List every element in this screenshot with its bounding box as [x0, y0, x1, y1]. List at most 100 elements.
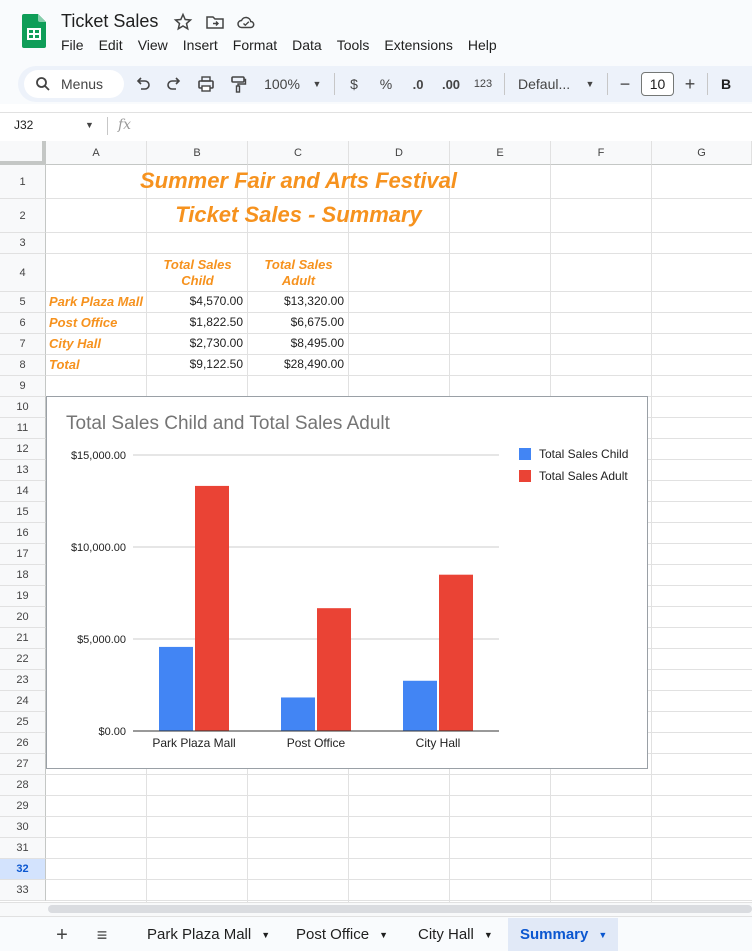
row-header-2[interactable]: 2 — [0, 199, 46, 233]
all-sheets-button[interactable]: ≡ — [93, 925, 111, 945]
decrease-decimals-button[interactable]: .0 — [405, 74, 431, 94]
row-header-24[interactable]: 24 — [0, 691, 46, 712]
row-header-12[interactable]: 12 — [0, 439, 46, 460]
tab-park-plaza-mall[interactable]: Park Plaza Mall ▼ — [135, 918, 281, 951]
tab-menu-caret-icon[interactable]: ▼ — [379, 930, 388, 940]
row-header-22[interactable]: 22 — [0, 649, 46, 670]
row-header-17[interactable]: 17 — [0, 544, 46, 565]
row-header-23[interactable]: 23 — [0, 670, 46, 691]
row-header-15[interactable]: 15 — [0, 502, 46, 523]
menu-format[interactable]: Format — [233, 37, 277, 55]
row-header-20[interactable]: 20 — [0, 607, 46, 628]
tab-summary[interactable]: Summary ▼ — [508, 918, 618, 951]
horizontal-scrollbar-thumb[interactable] — [48, 905, 752, 913]
row-header-1[interactable]: 1 — [0, 165, 46, 199]
zoom-dropdown-caret[interactable]: ▼ — [311, 74, 323, 94]
menu-data[interactable]: Data — [292, 37, 322, 55]
cell-adult-park-plaza-mall[interactable]: $13,320.00 — [248, 294, 344, 308]
cell-child-post-office[interactable]: $1,822.50 — [147, 315, 243, 329]
move-folder-icon[interactable] — [205, 12, 225, 32]
row-header-26[interactable]: 26 — [0, 733, 46, 754]
column-header-b[interactable]: B — [147, 141, 248, 165]
name-box[interactable]: J32 — [14, 118, 33, 132]
menu-insert[interactable]: Insert — [183, 37, 218, 55]
row-header-16[interactable]: 16 — [0, 523, 46, 544]
row-header-31[interactable]: 31 — [0, 838, 46, 859]
percent-format-button[interactable]: % — [377, 74, 395, 94]
menus-search-button[interactable]: Menus — [24, 70, 124, 98]
row-label-post-office[interactable]: Post Office — [49, 315, 117, 330]
undo-icon[interactable] — [134, 74, 152, 94]
embedded-chart[interactable]: Total Sales Child and Total Sales Adult … — [46, 396, 648, 769]
row-header-10[interactable]: 10 — [0, 397, 46, 418]
currency-format-button[interactable]: $ — [346, 74, 362, 94]
cell-adult-post-office[interactable]: $6,675.00 — [248, 315, 344, 329]
row-header-3[interactable]: 3 — [0, 233, 46, 254]
row-header-14[interactable]: 14 — [0, 481, 46, 502]
font-size-input[interactable]: 10 — [641, 72, 674, 96]
row-header-7[interactable]: 7 — [0, 334, 46, 355]
column-header-e[interactable]: E — [450, 141, 551, 165]
row-header-13[interactable]: 13 — [0, 460, 46, 481]
sheets-logo-icon[interactable] — [22, 14, 46, 48]
row-header-21[interactable]: 21 — [0, 628, 46, 649]
increase-decimals-button[interactable]: .00 — [438, 74, 464, 94]
decrease-font-size-button[interactable]: − — [617, 74, 633, 94]
print-icon[interactable] — [197, 74, 215, 94]
row-header-18[interactable]: 18 — [0, 565, 46, 586]
header-total-sales-adult[interactable]: Total Sales Adult — [248, 257, 349, 289]
row-header-8[interactable]: 8 — [0, 355, 46, 376]
cell-adult-city-hall[interactable]: $8,495.00 — [248, 336, 344, 350]
row-label-park-plaza-mall[interactable]: Park Plaza Mall — [49, 294, 143, 309]
cell-adult-total[interactable]: $28,490.00 — [248, 357, 344, 371]
bold-button[interactable]: B — [718, 74, 734, 94]
menu-extensions[interactable]: Extensions — [384, 37, 452, 55]
document-title[interactable]: Ticket Sales — [61, 11, 158, 32]
cell-child-park-plaza-mall[interactable]: $4,570.00 — [147, 294, 243, 308]
tab-city-hall[interactable]: City Hall ▼ — [406, 918, 506, 951]
row-header-9[interactable]: 9 — [0, 376, 46, 397]
tab-menu-caret-icon[interactable]: ▼ — [261, 930, 270, 940]
cell-child-city-hall[interactable]: $2,730.00 — [147, 336, 243, 350]
column-header-f[interactable]: F — [551, 141, 652, 165]
star-icon[interactable] — [173, 12, 193, 32]
font-select[interactable]: Defaul... — [518, 74, 576, 94]
row-header-33[interactable]: 33 — [0, 880, 46, 901]
row-label-total[interactable]: Total — [49, 357, 80, 372]
add-sheet-button[interactable]: + — [54, 924, 70, 946]
select-all-corner[interactable] — [0, 141, 46, 165]
font-dropdown-caret[interactable]: ▼ — [584, 74, 596, 94]
menu-view[interactable]: View — [138, 37, 168, 55]
column-header-d[interactable]: D — [349, 141, 450, 165]
column-header-c[interactable]: C — [248, 141, 349, 165]
cell-child-total[interactable]: $9,122.50 — [147, 357, 243, 371]
tab-menu-caret-icon[interactable]: ▼ — [598, 930, 607, 940]
row-header-4[interactable]: 4 — [0, 254, 46, 292]
paint-format-icon[interactable] — [229, 74, 247, 94]
header-total-sales-child[interactable]: Total Sales Child — [147, 257, 248, 289]
row-header-25[interactable]: 25 — [0, 712, 46, 733]
column-header-g[interactable]: G — [652, 141, 752, 165]
more-formats-button[interactable]: 123 — [471, 74, 495, 94]
sheet-title-line-1[interactable]: Summer Fair and Arts Festival — [46, 168, 551, 194]
row-header-28[interactable]: 28 — [0, 775, 46, 796]
tab-post-office[interactable]: Post Office ▼ — [284, 918, 404, 951]
row-header-6[interactable]: 6 — [0, 313, 46, 334]
row-header-11[interactable]: 11 — [0, 418, 46, 439]
name-box-dropdown-icon[interactable]: ▼ — [85, 120, 94, 130]
row-header-19[interactable]: 19 — [0, 586, 46, 607]
row-header-5[interactable]: 5 — [0, 292, 46, 313]
menu-edit[interactable]: Edit — [99, 37, 123, 55]
menu-tools[interactable]: Tools — [337, 37, 370, 55]
row-header-27[interactable]: 27 — [0, 754, 46, 775]
row-header-29[interactable]: 29 — [0, 796, 46, 817]
redo-icon[interactable] — [165, 74, 183, 94]
menu-help[interactable]: Help — [468, 37, 497, 55]
row-label-city-hall[interactable]: City Hall — [49, 336, 101, 351]
sheet-title-line-2[interactable]: Ticket Sales - Summary — [46, 202, 551, 228]
row-header-30[interactable]: 30 — [0, 817, 46, 838]
increase-font-size-button[interactable]: + — [682, 74, 698, 94]
zoom-select[interactable]: 100% — [262, 74, 302, 94]
menu-file[interactable]: File — [61, 37, 84, 55]
row-header-32[interactable]: 32 — [0, 859, 46, 880]
